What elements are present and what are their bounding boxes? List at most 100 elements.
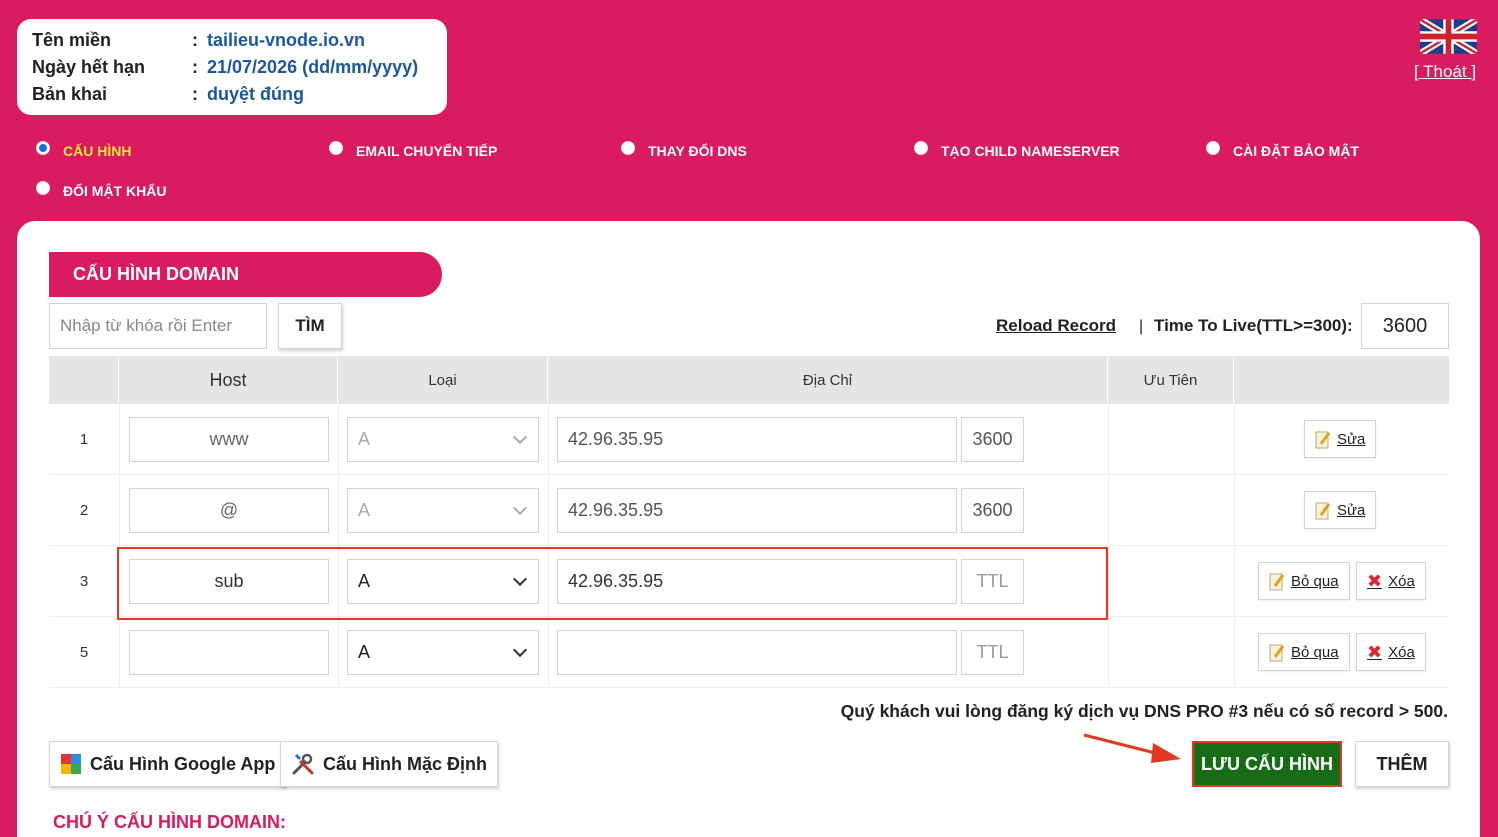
tab-label: THAY ĐỔI DNS [648, 143, 747, 159]
table-row: 5 A Bỏ qua ✖ Xóa [49, 617, 1449, 688]
logout-link[interactable]: [ Thoát ] [1414, 62, 1476, 82]
ttl-field[interactable] [961, 630, 1024, 675]
cell-divider [548, 617, 549, 687]
address-input[interactable] [557, 559, 957, 604]
action-label: Xóa [1388, 572, 1415, 590]
radio-icon[interactable] [329, 141, 343, 155]
header-index [49, 356, 119, 404]
action-label: Sửa [1337, 501, 1366, 519]
ttl-field[interactable] [961, 488, 1024, 533]
button-label: Cấu Hình Google App [90, 753, 276, 774]
cell-divider [1108, 475, 1109, 545]
cell-divider [1234, 617, 1235, 687]
row-number: 2 [79, 502, 89, 519]
search-input[interactable] [49, 303, 267, 349]
add-record-button[interactable]: THÊM [1355, 741, 1449, 787]
type-select[interactable]: A [347, 630, 539, 675]
info-colon: : [192, 30, 198, 50]
radio-icon[interactable] [914, 141, 928, 155]
ttl-field[interactable] [961, 559, 1024, 604]
cell-divider [548, 475, 549, 545]
section-title: CẤU HÌNH DOMAIN [49, 252, 442, 297]
table-row: 2 A Sửa [49, 475, 1449, 546]
cell-divider [119, 617, 120, 687]
row-number: 1 [79, 431, 89, 448]
cell-divider [548, 546, 549, 616]
edit-icon [1315, 502, 1331, 519]
reload-record-link[interactable]: Reload Record [996, 316, 1116, 336]
arrow-icon [1083, 733, 1181, 763]
info-row-declaration: Bản khai : duyệt đúng [32, 81, 432, 108]
radio-icon[interactable] [36, 141, 50, 155]
cell-divider [1108, 617, 1109, 687]
address-input[interactable] [557, 630, 957, 675]
declaration-status: duyệt đúng [207, 84, 304, 104]
tab-label: CÀI ĐẶT BẢO MẬT [1233, 143, 1359, 159]
cell-divider [1234, 475, 1235, 545]
radio-icon[interactable] [1206, 141, 1220, 155]
cell-divider [338, 617, 339, 687]
google-app-config-button[interactable]: Cấu Hình Google App [49, 741, 287, 787]
host-input[interactable] [129, 559, 329, 604]
skip-button[interactable]: Bỏ qua [1258, 633, 1350, 671]
tab-change-password[interactable]: ĐỔI MẬT KHẨU [36, 181, 167, 199]
type-select[interactable]: A [347, 488, 539, 533]
search-button[interactable]: TÌM [278, 303, 342, 349]
config-panel: CẤU HÌNH DOMAIN TÌM Reload Record | Time… [17, 221, 1480, 837]
default-config-button[interactable]: Cấu Hình Mặc Định [280, 741, 499, 787]
host-input[interactable] [129, 488, 329, 533]
google-app-icon [61, 754, 81, 774]
chevron-down-icon [512, 500, 528, 515]
type-value: A [358, 500, 371, 520]
ttl-label: Time To Live(TTL>=300): [1154, 316, 1353, 335]
type-select[interactable]: A [347, 559, 539, 604]
delete-button[interactable]: ✖ Xóa [1356, 633, 1426, 671]
tab-child-nameserver[interactable]: TẠO CHILD NAMESERVER [914, 141, 1120, 159]
tab-config[interactable]: CẤU HÌNH [36, 141, 132, 159]
info-colon: : [192, 84, 198, 104]
tab-email-forward[interactable]: EMAIL CHUYỂN TIẾP [329, 141, 498, 159]
delete-button[interactable]: ✖ Xóa [1356, 562, 1426, 600]
cell-divider [1108, 404, 1109, 474]
cell-divider [1234, 404, 1235, 474]
action-label: Xóa [1388, 643, 1415, 661]
radio-icon[interactable] [621, 141, 635, 155]
tab-change-dns[interactable]: THAY ĐỔI DNS [621, 141, 747, 159]
domain-info-card: Tên miền : tailieu-vnode.io.vn Ngày hết … [17, 19, 447, 115]
header-actions [1234, 356, 1449, 404]
button-label: Cấu Hình Mặc Định [323, 753, 488, 774]
delete-x-icon: ✖ [1367, 571, 1383, 591]
address-input[interactable] [557, 488, 957, 533]
edit-button[interactable]: Sửa [1304, 491, 1377, 529]
cell-divider [338, 404, 339, 474]
radio-icon[interactable] [36, 181, 50, 195]
host-input[interactable] [129, 417, 329, 462]
tab-label: TẠO CHILD NAMESERVER [941, 143, 1120, 159]
host-input[interactable] [129, 630, 329, 675]
type-value: A [358, 571, 371, 591]
edit-icon [1315, 431, 1331, 448]
edit-button[interactable]: Sửa [1304, 420, 1377, 458]
tab-label: ĐỔI MẬT KHẨU [63, 183, 167, 199]
skip-button[interactable]: Bỏ qua [1258, 562, 1350, 600]
tools-icon [292, 753, 314, 775]
type-select[interactable]: A [347, 417, 539, 462]
edit-icon [1269, 644, 1285, 661]
save-config-button[interactable]: LƯU CẤU HÌNH [1192, 741, 1342, 787]
ttl-field[interactable] [961, 417, 1024, 462]
cell-divider [338, 546, 339, 616]
info-row-expiry: Ngày hết hạn : 21/07/2026 (dd/mm/yyyy) [32, 54, 432, 81]
tab-label: EMAIL CHUYỂN TIẾP [356, 143, 498, 159]
uk-flag-icon[interactable] [1420, 19, 1477, 54]
header-address: Địa Chỉ [548, 356, 1108, 404]
ttl-input[interactable] [1361, 303, 1449, 349]
cell-divider [338, 475, 339, 545]
table-row: 3 A Bỏ qua ✖ Xóa [49, 546, 1449, 617]
tab-security[interactable]: CÀI ĐẶT BẢO MẬT [1206, 141, 1359, 159]
chevron-down-icon [512, 642, 528, 657]
tab-label: CẤU HÌNH [63, 143, 132, 159]
cell-divider [1108, 546, 1109, 616]
cell-divider [119, 404, 120, 474]
address-input[interactable] [557, 417, 957, 462]
note-title: CHÚ Ý CẤU HÌNH DOMAIN: [53, 812, 286, 832]
